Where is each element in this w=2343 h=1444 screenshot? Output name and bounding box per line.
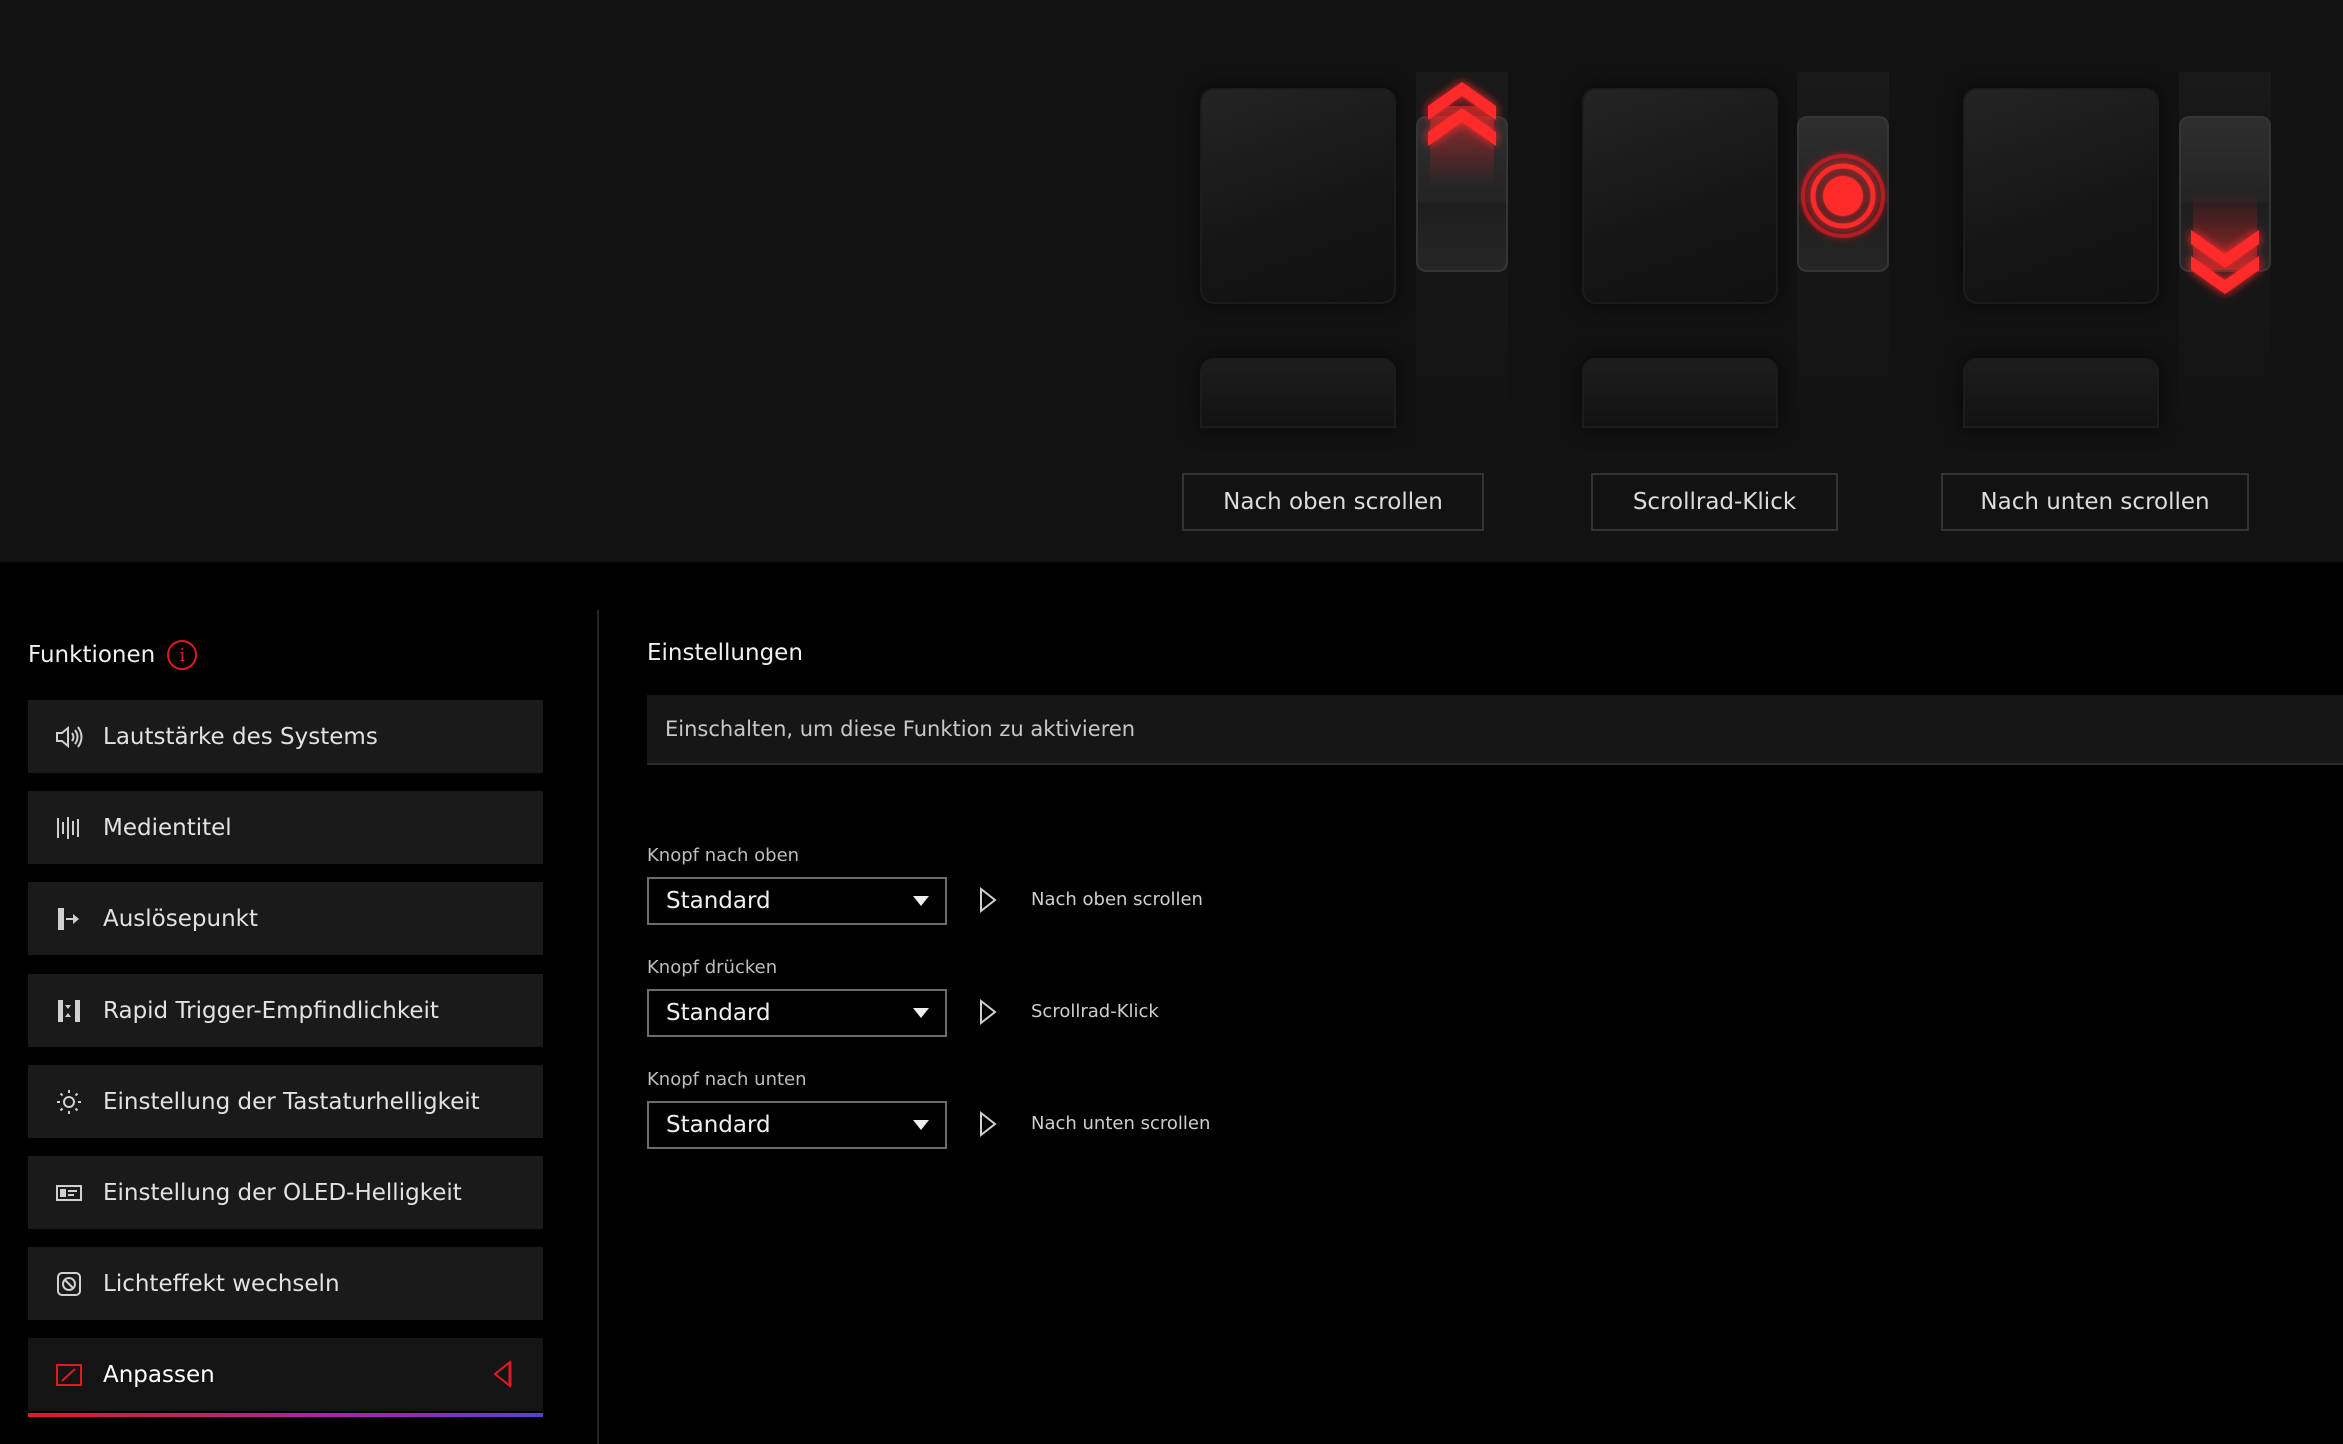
knob-down-select[interactable]: Standard: [647, 1101, 947, 1149]
knob-preview-area: Nach oben scrollen Scrollrad-Klick Nach …: [0, 0, 2343, 562]
function-item-label: Anpassen: [103, 1361, 215, 1388]
play-icon[interactable]: [978, 886, 998, 914]
dropdown-arrow-icon: [913, 1008, 929, 1018]
active-indicator-arrow-icon: [493, 1360, 512, 1388]
info-icon[interactable]: i: [167, 640, 198, 670]
function-item-keyboard-brightness[interactable]: Einstellung der Tastaturhelligkeit: [28, 1065, 543, 1138]
oled-icon: [54, 1178, 84, 1208]
select-value: Standard: [666, 888, 771, 914]
settings-title: Einstellungen: [647, 640, 803, 666]
light-effect-icon: [54, 1269, 84, 1299]
preview-button-scroll-down[interactable]: Nach unten scrollen: [1941, 473, 2249, 531]
function-item-label: Rapid Trigger-Empfindlichkeit: [103, 997, 439, 1024]
function-item-label: Lichteffekt wechseln: [103, 1270, 340, 1297]
key-cap: [1582, 88, 1778, 304]
function-item-actuation-point[interactable]: Auslösepunkt: [28, 882, 543, 955]
function-item-label: Einstellung der OLED-Helligkeit: [103, 1179, 462, 1206]
wheel-click-glow-icon: [1801, 154, 1885, 238]
rapid-trigger-icon: [54, 996, 84, 1026]
assigned-action: Nach unten scrollen: [1031, 1113, 1211, 1134]
preview-button-scroll-up[interactable]: Nach oben scrollen: [1182, 473, 1484, 531]
knob-press-select[interactable]: Standard: [647, 989, 947, 1037]
dropdown-arrow-icon: [913, 1120, 929, 1130]
play-icon[interactable]: [978, 1110, 998, 1138]
function-item-system-volume[interactable]: Lautstärke des Systems: [28, 700, 543, 773]
customize-icon: [54, 1360, 84, 1390]
function-item-media-title[interactable]: Medientitel: [28, 791, 543, 864]
select-value: Standard: [666, 1000, 771, 1026]
knob-up-label: Knopf nach oben: [647, 845, 800, 866]
function-item-rapid-trigger[interactable]: Rapid Trigger-Empfindlichkeit: [28, 974, 543, 1047]
scroll-up-glow-icon: [1428, 82, 1496, 186]
function-item-label: Einstellung der Tastaturhelligkeit: [103, 1088, 480, 1115]
assigned-action: Scrollrad-Klick: [1031, 1001, 1159, 1022]
dropdown-arrow-icon: [913, 896, 929, 906]
functions-title: Funktionen: [28, 642, 156, 668]
media-bars-icon: [54, 813, 84, 843]
knob-down-label: Knopf nach unten: [647, 1069, 807, 1090]
functions-header: Funktionen i: [28, 640, 198, 670]
knob-press-label: Knopf drücken: [647, 957, 778, 978]
function-item-label: Auslösepunkt: [103, 905, 258, 932]
play-icon[interactable]: [978, 998, 998, 1026]
function-item-light-effect[interactable]: Lichteffekt wechseln: [28, 1247, 543, 1320]
enable-function-toggle[interactable]: Einschalten, um diese Funktion zu aktivi…: [647, 695, 2343, 765]
function-item-label: Medientitel: [103, 814, 232, 841]
panel-divider: [597, 610, 599, 1444]
function-item-customize[interactable]: Anpassen: [28, 1338, 543, 1411]
function-item-label: Lautstärke des Systems: [103, 723, 378, 750]
speaker-icon: [54, 722, 84, 752]
actuation-point-icon: [54, 904, 84, 934]
key-cap: [1582, 358, 1778, 428]
select-value: Standard: [666, 1112, 771, 1138]
preview-button-wheel-click[interactable]: Scrollrad-Klick: [1591, 473, 1838, 531]
key-cap: [1200, 358, 1396, 428]
brightness-icon: [54, 1087, 84, 1117]
active-item-underline: [28, 1413, 543, 1417]
scroll-down-glow-icon: [2191, 190, 2259, 294]
key-cap: [1200, 88, 1396, 304]
assigned-action: Nach oben scrollen: [1031, 889, 1203, 910]
key-cap: [1963, 88, 2159, 304]
function-item-oled-brightness[interactable]: Einstellung der OLED-Helligkeit: [28, 1156, 543, 1229]
key-cap: [1963, 358, 2159, 428]
knob-up-select[interactable]: Standard: [647, 877, 947, 925]
